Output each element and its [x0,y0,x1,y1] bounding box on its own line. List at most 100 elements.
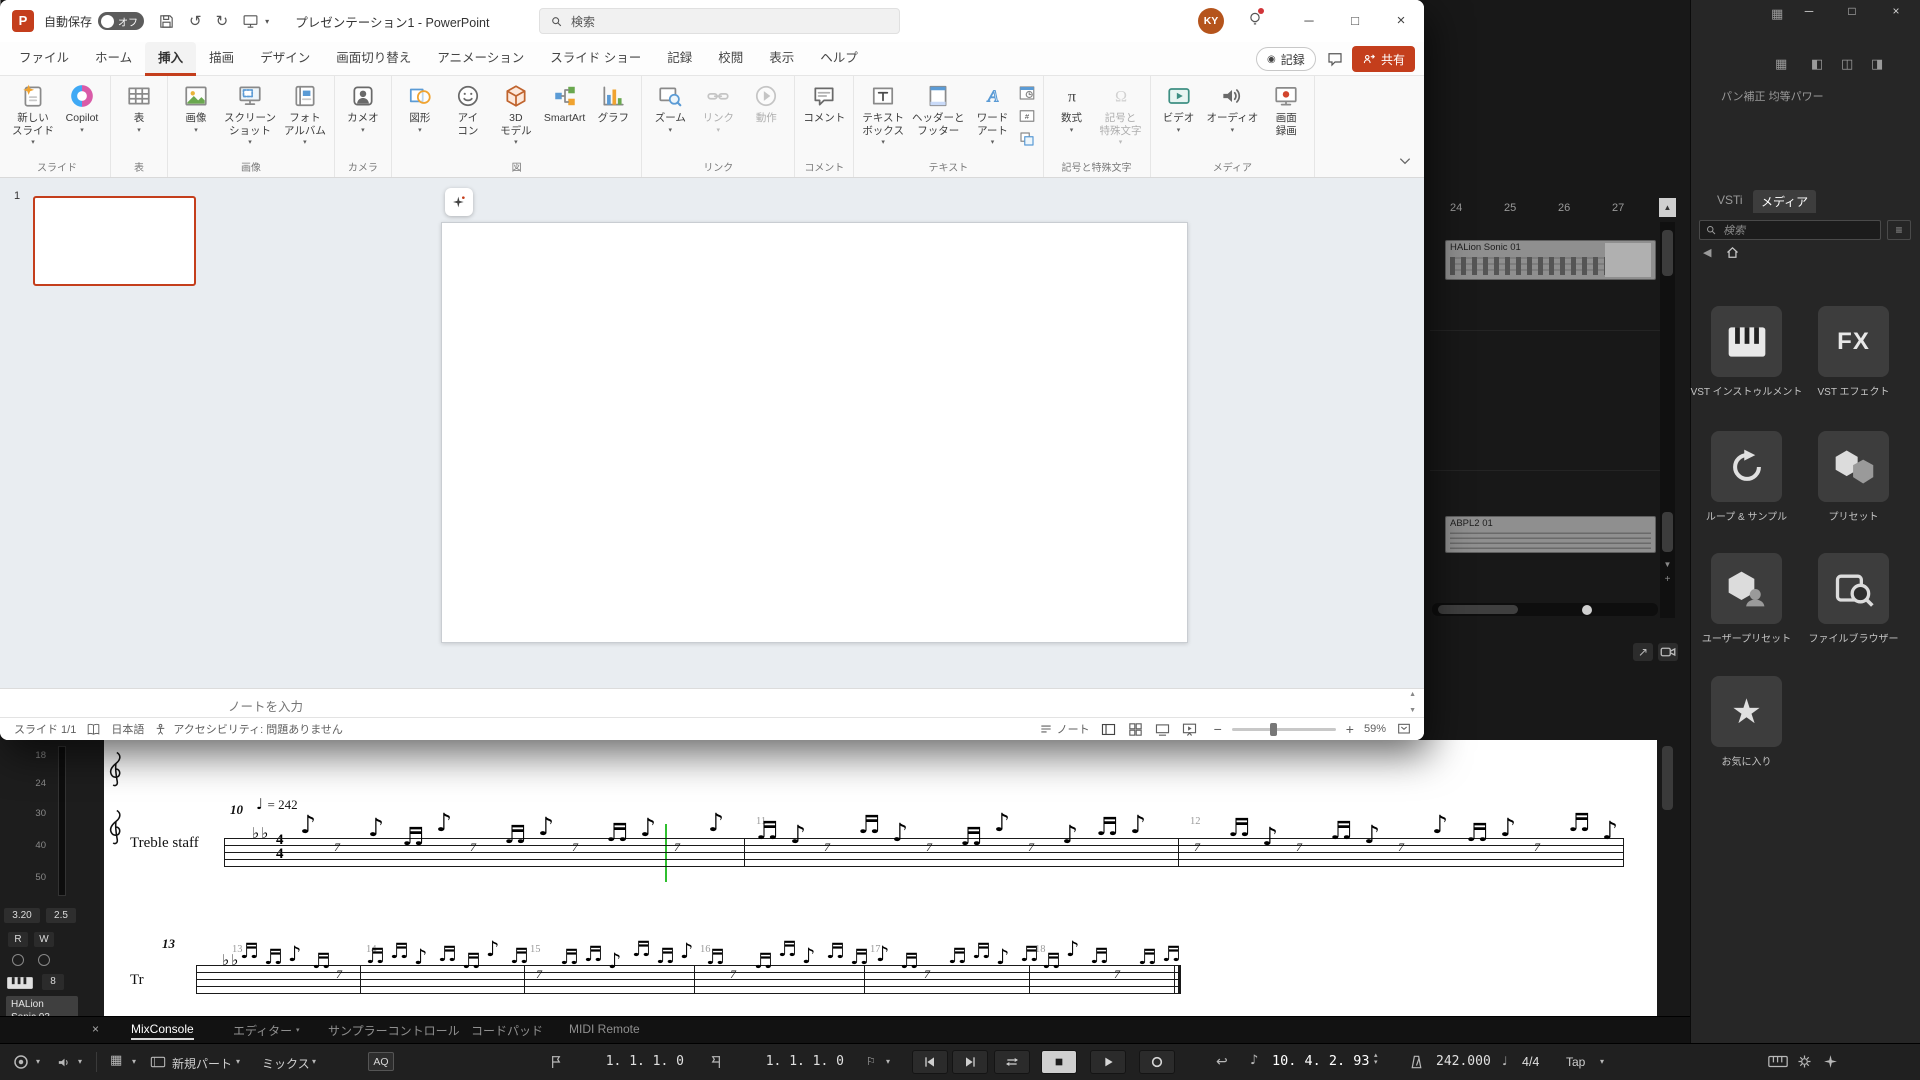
slide-sorter-view-icon[interactable] [1127,721,1144,738]
accessibility-status[interactable]: アクセシビリティ: 問題ありません [173,721,343,737]
tile-vst-effects[interactable]: FX [1818,306,1889,377]
time-signature-display[interactable]: 4/4 [1522,1055,1539,1069]
gear-icon[interactable] [1796,1053,1813,1070]
ribbon-button-テキストボックス[interactable]: テキスト ボックス ▾ [859,80,907,146]
chevron-down-icon[interactable]: ▾ [1600,1057,1604,1066]
split-right-icon[interactable]: ◨ [1871,56,1883,72]
midi-channel-value[interactable]: 8 [42,974,64,990]
mix-mode-select[interactable]: ミックス [262,1055,310,1072]
icon-slide-number[interactable]: # [1018,107,1038,127]
feedback-bulb-icon[interactable] [1246,8,1264,28]
slide-canvas[interactable] [441,222,1188,643]
search-input[interactable]: 検索 [539,8,900,34]
ribbon-tab-10[interactable]: 校閲 [705,42,756,76]
spellcheck-book-icon[interactable] [86,722,101,737]
ribbon-tab-4[interactable]: 描画 [196,42,247,76]
position-display[interactable]: 10. 4. 2. 93 [1272,1053,1372,1069]
reading-view-icon[interactable] [1154,721,1171,738]
ribbon-button-SmartArt[interactable]: SmartArt [541,80,588,125]
record-mode-select[interactable]: 新規パート [172,1055,232,1072]
maximize-icon[interactable]: □ [1332,0,1378,42]
ribbon-button-グラフ[interactable]: グラフ [590,80,636,125]
zoom-v-button[interactable]: ▼ [1660,560,1675,572]
ribbon-button-リンク[interactable]: リンク ▾ [695,80,741,134]
close-icon[interactable]: × [1881,2,1911,20]
export-range-icon[interactable]: ↗ [1633,643,1653,661]
ribbon-button-表[interactable]: 表 ▾ [116,80,162,134]
normal-view-icon[interactable] [1100,721,1117,738]
tile-user-presets[interactable] [1711,553,1782,624]
record-button[interactable]: ◉ 記録 [1256,47,1316,71]
left-locator-flag-icon[interactable] [548,1053,564,1071]
undo-icon[interactable]: ↺ [189,12,202,30]
record-button[interactable] [1139,1050,1175,1074]
ribbon-button-画像[interactable]: 画像 ▾ [173,80,219,134]
redo-icon[interactable]: ↻ [216,12,229,30]
ribbon-button-ヘッダーとフッター[interactable]: ヘッダーと フッター [909,80,968,137]
avatar[interactable]: KY [1198,8,1224,34]
share-button[interactable]: 共有 [1352,46,1416,72]
ribbon-tab-2[interactable]: ホーム [82,42,145,76]
split-center-icon[interactable]: ◫ [1841,56,1853,72]
ribbon-button-新しいスライド[interactable]: 新しい スライド ▾ [9,80,57,146]
scrollbar-thumb[interactable] [1662,512,1673,552]
tile-favorites[interactable]: ★ [1711,676,1782,747]
home-icon[interactable] [1725,245,1740,260]
chevron-down-icon[interactable]: ▾ [78,1057,82,1066]
zoom-slider[interactable] [1231,722,1336,736]
notes-scrollbar[interactable]: ▲ ▼ [1409,691,1416,715]
cycle-return-icon[interactable]: ↩ [1216,1053,1228,1070]
tile-loops-samples[interactable] [1711,431,1782,502]
ribbon-button-動作[interactable]: 動作 [743,80,789,125]
ribbon-button-スクリーンショット[interactable]: スクリーン ショット ▾ [221,80,279,146]
icon-object[interactable] [1018,130,1038,150]
tile-presets[interactable] [1818,431,1889,502]
chevron-down-icon[interactable]: ▾ [296,1026,300,1034]
scrollbar-thumb[interactable] [1438,605,1518,614]
ribbon-tab-8[interactable]: スライド ショー [537,42,654,76]
tile-file-browser[interactable] [1818,553,1889,624]
chevron-down-icon[interactable]: ▾ [312,1057,316,1066]
split-left-icon[interactable]: ◧ [1811,56,1823,72]
ribbon-button-ズーム[interactable]: ズーム ▾ [647,80,693,134]
write-automation-button[interactable]: W [34,932,54,947]
volume-value[interactable]: 3.20 [4,908,40,923]
slide-thumbnail[interactable] [33,196,196,286]
goto-start-button[interactable] [912,1050,948,1074]
close-lower-zone-icon[interactable]: × [92,1022,99,1036]
monitor-icon[interactable] [38,954,50,966]
notes-pane[interactable]: ノートを入力 ▲ ▼ [0,688,1424,717]
chevron-down-icon[interactable]: ▾ [236,1057,240,1066]
lower-tab-MIDI Remote[interactable]: MIDI Remote [569,1022,640,1036]
language-indicator[interactable]: 日本語 [111,721,144,737]
left-locator-time[interactable]: 1. 1. 1. 0 [572,1054,684,1069]
vertical-scrollbar[interactable] [1660,222,1675,618]
fit-to-window-icon[interactable] [1396,721,1412,737]
ribbon-tab-6[interactable]: 画面切り替え [323,42,424,76]
ribbon-button-コメント[interactable]: コメント [800,80,848,125]
midi-clip[interactable]: HALion Sonic 01 [1445,240,1656,280]
zoom-out-button[interactable]: − [1214,721,1222,737]
ribbon-tab-5[interactable]: デザイン [247,42,323,76]
play-button[interactable] [1090,1050,1126,1074]
ribbon-button-フォトアルバム[interactable]: フォト アルバム ▾ [281,80,329,146]
save-icon[interactable] [158,13,175,30]
activate-icon[interactable] [12,1053,30,1071]
audio-clip[interactable]: ABPL2 01 [1445,516,1656,553]
panel-layout-icon[interactable]: ▦ [1775,56,1787,72]
score-vertical-scrollbar[interactable] [1660,740,1675,1008]
workspace-grid-icon[interactable]: ▦ [1771,6,1783,22]
time-format-icon[interactable]: ♪ [1250,1054,1258,1067]
collapse-ribbon-icon[interactable] [1398,156,1412,166]
tap-tempo-button[interactable]: Tap [1566,1055,1585,1069]
ribbon-button-カメオ[interactable]: カメオ ▾ [340,80,386,134]
record-enable-icon[interactable] [12,954,24,966]
scrollbar-thumb[interactable] [1662,746,1673,810]
ribbon-tab-3[interactable]: 挿入 [145,42,197,76]
tempo-display[interactable]: 242.000 [1436,1054,1491,1069]
right-locator-flag-icon[interactable] [708,1053,724,1071]
ribbon-button-ワードアート[interactable]: A ワード アート ▾ [970,80,1016,146]
ribbon-tab-1[interactable]: ファイル [6,42,82,76]
comments-icon[interactable] [1326,50,1344,68]
autosave-toggle[interactable]: オフ [98,12,145,30]
